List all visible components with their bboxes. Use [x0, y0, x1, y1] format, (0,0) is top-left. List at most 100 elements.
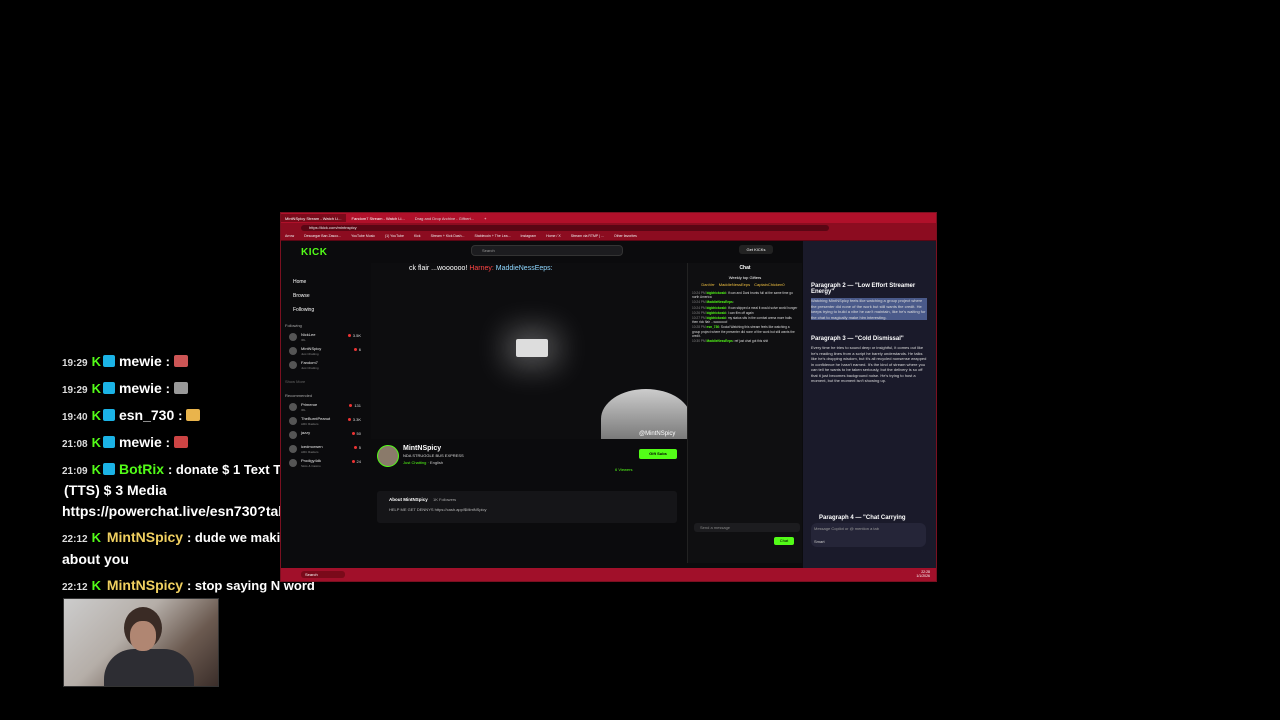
- bookmark-item[interactable]: YouTube Music: [351, 234, 375, 238]
- copilot-input[interactable]: Message Copilot or @ mention a tab Smart: [811, 523, 926, 547]
- about-title: About MintNSpicy: [389, 497, 428, 502]
- recommended-list: Primeroe IRL 131 TheBurntPeanut ARC Raiders 3…: [285, 401, 365, 471]
- overlay-msg-2: 22:12 K MintNSpicy : stop saying N word: [62, 577, 315, 593]
- gifter-name[interactable]: MaddieNessEeps: [719, 282, 750, 287]
- tab-fandom7[interactable]: Fandom7 Stream - Watch Li...: [348, 214, 409, 222]
- channel-avatar: [289, 347, 297, 355]
- bookmarks-bar: Arrow Descargar Ban Zasoo... YouTube Music…: [281, 232, 936, 241]
- chat-message: 10:24 PM MaddieNessEeps:: [692, 300, 734, 305]
- badge-icon: [102, 463, 115, 475]
- tab-drag-drop[interactable]: Drag and Drop Archive - Gifbert...: [411, 214, 478, 222]
- channel-avatar: [289, 431, 297, 439]
- gifter-name[interactable]: DanVer: [701, 282, 714, 287]
- recommended-label: Recommended: [285, 393, 313, 398]
- channel-avatar: [289, 445, 297, 453]
- address-bar: https://kick.com/mintnspicy: [281, 223, 936, 232]
- get-kicks-button[interactable]: Get KICKs: [739, 245, 773, 254]
- chat-message: 10:28 PM esn_730: Social Watching this s…: [692, 325, 795, 338]
- gift-subs-button[interactable]: Gift Subs: [639, 449, 677, 459]
- copilot-sidebar: Paragraph 2 — "Low Effort Streamer Energ…: [803, 241, 936, 569]
- channel-avatar: [289, 459, 297, 467]
- channel-row[interactable]: Prodigy4dk Slots & Casino 24: [285, 457, 365, 471]
- taskbar-search[interactable]: Search: [301, 571, 345, 578]
- channel-avatar: [289, 361, 297, 369]
- channel-row[interactable]: jazzy 50: [285, 429, 365, 443]
- streamer-name[interactable]: MintNSpicy: [403, 445, 441, 452]
- emote-icon: [174, 355, 189, 367]
- about-panel: About MintNSpicy 1K Followers HELP ME GE…: [377, 491, 677, 523]
- chat-message: 10:27 PM bigbhickoski: my status sits in…: [692, 316, 792, 325]
- kick-topbar: KICK Search Get KICKs: [281, 241, 801, 263]
- overlay-chat-line: 19:40 Kesn_730 :: [62, 406, 201, 427]
- badge-icon: [102, 382, 115, 394]
- url-input[interactable]: https://kick.com/mintnspicy: [301, 224, 829, 231]
- paragraph-3-body: Every time he tries to sound deep or ins…: [811, 345, 927, 383]
- stream-light: [516, 339, 548, 357]
- sidebar: Home Browse Following Following NickLee I…: [285, 275, 365, 471]
- channel-avatar: [289, 333, 297, 341]
- taskbar-clock: 22:28 1/1/2026: [916, 570, 930, 578]
- channel-row[interactable]: TheBurntPeanut ARC Raiders 3.3K: [285, 415, 365, 429]
- channel-avatar: [289, 403, 297, 411]
- kick-logo[interactable]: KICK: [301, 247, 327, 258]
- emote-icon: [174, 436, 189, 448]
- chat-send-button[interactable]: Chat: [774, 537, 794, 545]
- emote-icon: [186, 409, 201, 421]
- gifter-name[interactable]: CaptainChicken0: [754, 282, 784, 287]
- overlay-msg-1-cont: about you: [62, 551, 129, 567]
- tab-mintnspicy[interactable]: MintNSpicy Stream - Watch Li...: [281, 214, 346, 222]
- streamer-avatar[interactable]: [377, 445, 399, 467]
- about-body: HELP ME GET DENNYS https://cash.app/$Min…: [389, 507, 487, 512]
- stream-tag: @MintNSpicy: [639, 431, 676, 437]
- badge-icon: [102, 409, 115, 421]
- viewer-count: 6 Viewers: [615, 467, 633, 472]
- smart-mode-toggle[interactable]: Smart: [814, 539, 923, 544]
- chat-messages: 10:24 PM bigbhickoski: If can and Dani b…: [688, 291, 802, 343]
- nav-browse[interactable]: Browse: [285, 289, 365, 303]
- channel-avatar: [289, 417, 297, 425]
- tab-bar: MintNSpicy Stream - Watch Li... Fandom7 …: [281, 213, 936, 223]
- bookmark-item[interactable]: (1) YouTube: [385, 234, 404, 238]
- nav-home[interactable]: Home: [285, 275, 365, 289]
- nav-following[interactable]: Following: [285, 303, 365, 317]
- top-gifters: DanVer MaddieNessEeps CaptainChicken0: [688, 282, 802, 287]
- webcam-feed: [63, 598, 219, 687]
- bookmark-item[interactable]: Home / X: [546, 234, 561, 238]
- new-tab-button[interactable]: +: [480, 214, 490, 222]
- browser-window: MintNSpicy Stream - Watch Li... Fandom7 …: [280, 212, 937, 582]
- channel-row[interactable]: MintNSpicy Just Chatting 6: [285, 345, 365, 359]
- tts-line: (TTS) $ 3 Media: [64, 482, 167, 498]
- badge-icon: [102, 355, 115, 367]
- video-player[interactable]: ck flair ...woooooo! Harney: MaddieNessE…: [371, 263, 689, 439]
- following-label: Following: [285, 323, 302, 328]
- bookmark-item[interactable]: Other favorites: [614, 234, 637, 238]
- channel-row[interactable]: NickLee IRL 3.5K: [285, 331, 365, 345]
- stream-title: NDA STRUGGLE BUS EXPRESS: [403, 453, 464, 458]
- stream-category[interactable]: Just Chatting · English: [403, 460, 443, 465]
- paragraph-4-title: Paragraph 4 — "Chat Carrying: [819, 515, 906, 521]
- bookmark-item[interactable]: Arrow: [285, 234, 294, 238]
- chat-message: 10:24 PM bigbhickoski: If can skipped a …: [692, 305, 798, 310]
- channel-row[interactable]: Fandom7 Just Chatting: [285, 359, 365, 373]
- chat-message: 10:30 PM MaddieNessEeps: ref just chat g…: [692, 339, 769, 344]
- bookmark-item[interactable]: Stablecoin + The Lea...: [475, 234, 511, 238]
- chat-input[interactable]: Send a message: [694, 523, 800, 532]
- chat-header: Chat: [739, 265, 751, 271]
- bookmark-item[interactable]: Descargar Ban Zasoo...: [304, 234, 341, 238]
- bookmark-item[interactable]: Stream via RTMP | ...: [571, 234, 604, 238]
- bookmark-item[interactable]: Instagram: [521, 234, 537, 238]
- paragraph-3-title: Paragraph 3 — "Cold Dismissal": [811, 336, 904, 342]
- overlay-chat-line: 21:08 Kmewie :: [62, 433, 189, 454]
- chat-message: 10:26 PM bigbhickoski: I can film off ag…: [692, 310, 754, 315]
- about-followers: 1K Followers: [433, 497, 457, 502]
- bookmark-item[interactable]: Stream + Kick Dash...: [431, 234, 465, 238]
- show-more-link[interactable]: Show More: [285, 379, 365, 387]
- paragraph-2-title: Paragraph 2 — "Low Effort Streamer Energ…: [811, 283, 916, 295]
- search-input[interactable]: Search: [471, 245, 623, 256]
- channel-row[interactable]: icedmorwen ARC Raiders 5: [285, 443, 365, 457]
- top-gifters-label: Weekly top Gifters: [728, 275, 762, 280]
- channel-row[interactable]: Primeroe IRL 131: [285, 401, 365, 415]
- overlay-chat-line: 19:29 Kmewie :: [62, 352, 189, 373]
- chat-panel: Chat Weekly top Gifters DanVer MaddieNess…: [687, 263, 802, 563]
- bookmark-item[interactable]: Kick: [414, 234, 421, 238]
